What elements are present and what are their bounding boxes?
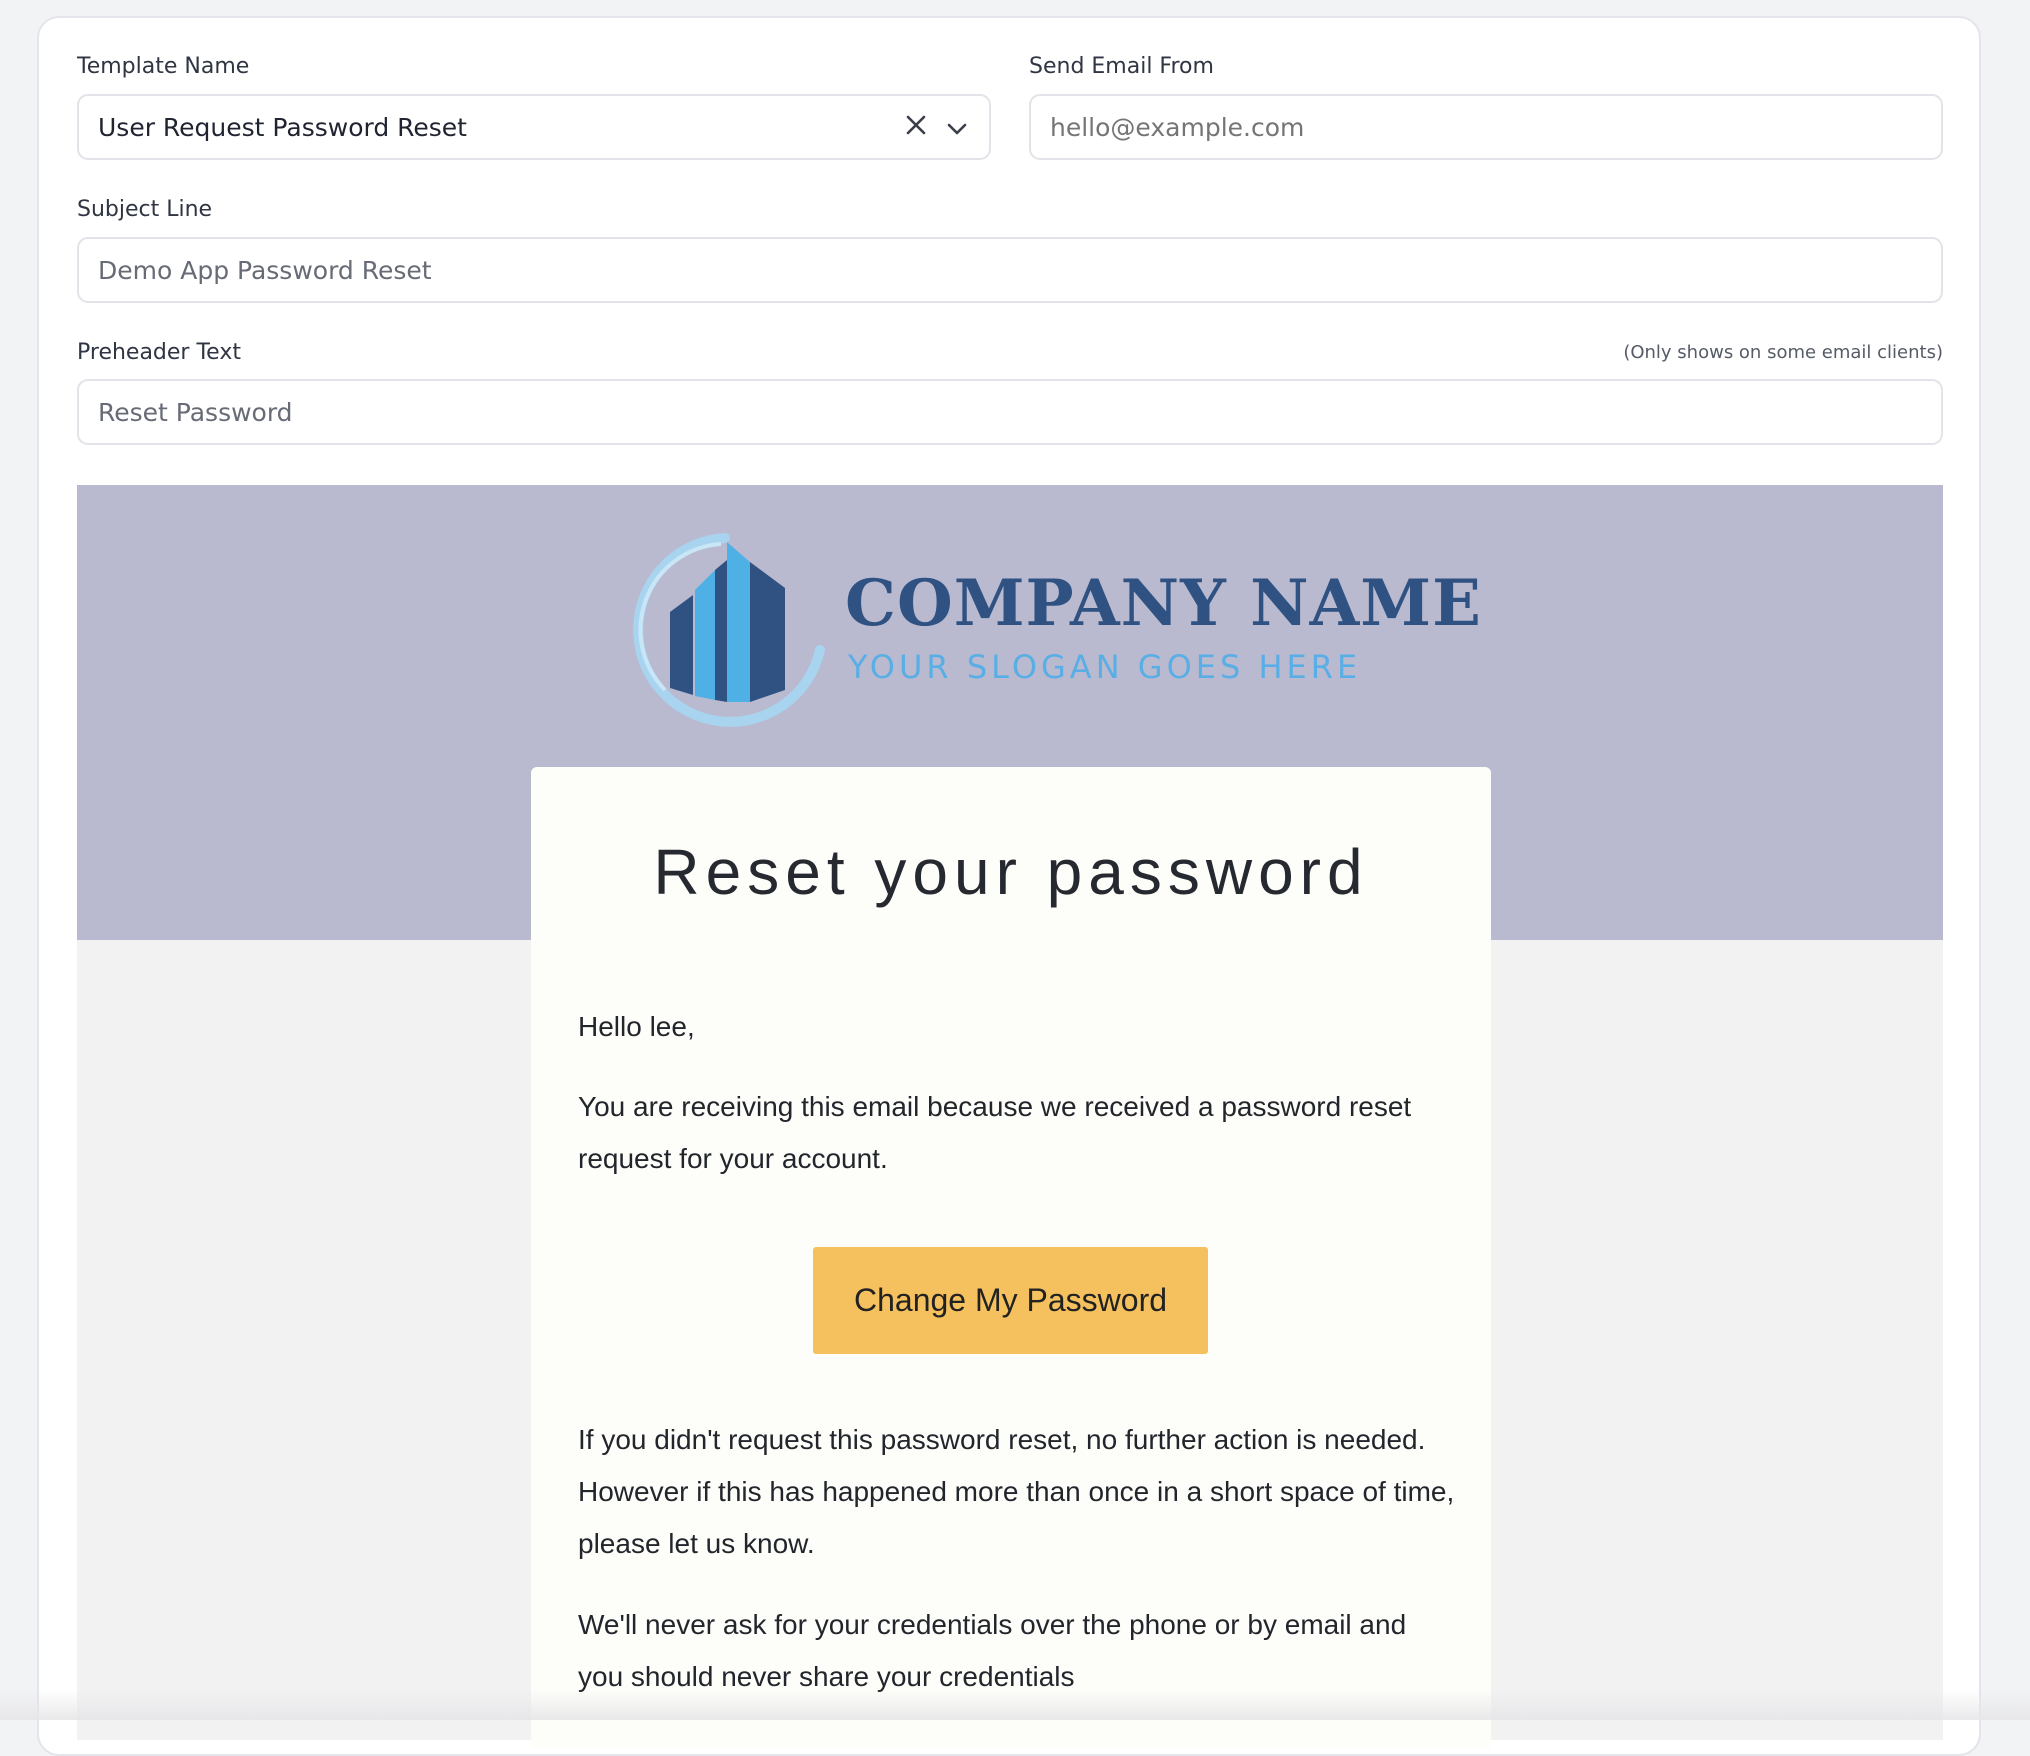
template-name-label: Template Name	[77, 54, 250, 79]
preheader-label: Preheader Text	[77, 340, 241, 365]
subject-line-label: Subject Line	[77, 197, 213, 222]
scroll-fade	[0, 1690, 2030, 1720]
send-from-input[interactable]	[1029, 94, 1943, 160]
preheader-value: Reset Password	[98, 397, 293, 427]
email-greeting: Hello lee,	[578, 1011, 695, 1042]
chevron-down-icon[interactable]	[947, 113, 967, 142]
email-intro: You are receiving this email because we …	[578, 1091, 1412, 1174]
change-password-button[interactable]: Change My Password	[813, 1247, 1208, 1354]
preheader-hint: (Only shows on some email clients)	[1623, 342, 1943, 363]
building-logo-icon	[633, 533, 825, 727]
email-notice: If you didn't request this password rese…	[578, 1424, 1455, 1559]
logo-slogan: YOUR SLOGAN GOES HERE	[848, 648, 1362, 686]
clear-icon[interactable]	[905, 113, 927, 142]
template-name-value: User Request Password Reset	[98, 112, 467, 142]
subject-line-value: Demo App Password Reset	[98, 255, 432, 285]
logo-company-name: COMPANY NAME	[845, 566, 1482, 641]
subject-line-input[interactable]: Demo App Password Reset	[77, 237, 1943, 303]
preheader-input[interactable]: Reset Password	[77, 379, 1943, 445]
email-security-note: We'll never ask for your credentials ove…	[578, 1609, 1407, 1692]
company-logo	[625, 530, 825, 730]
template-name-select[interactable]: User Request Password Reset	[77, 94, 991, 160]
email-title: Reset your password	[653, 836, 1369, 908]
send-from-label: Send Email From	[1029, 54, 1214, 79]
